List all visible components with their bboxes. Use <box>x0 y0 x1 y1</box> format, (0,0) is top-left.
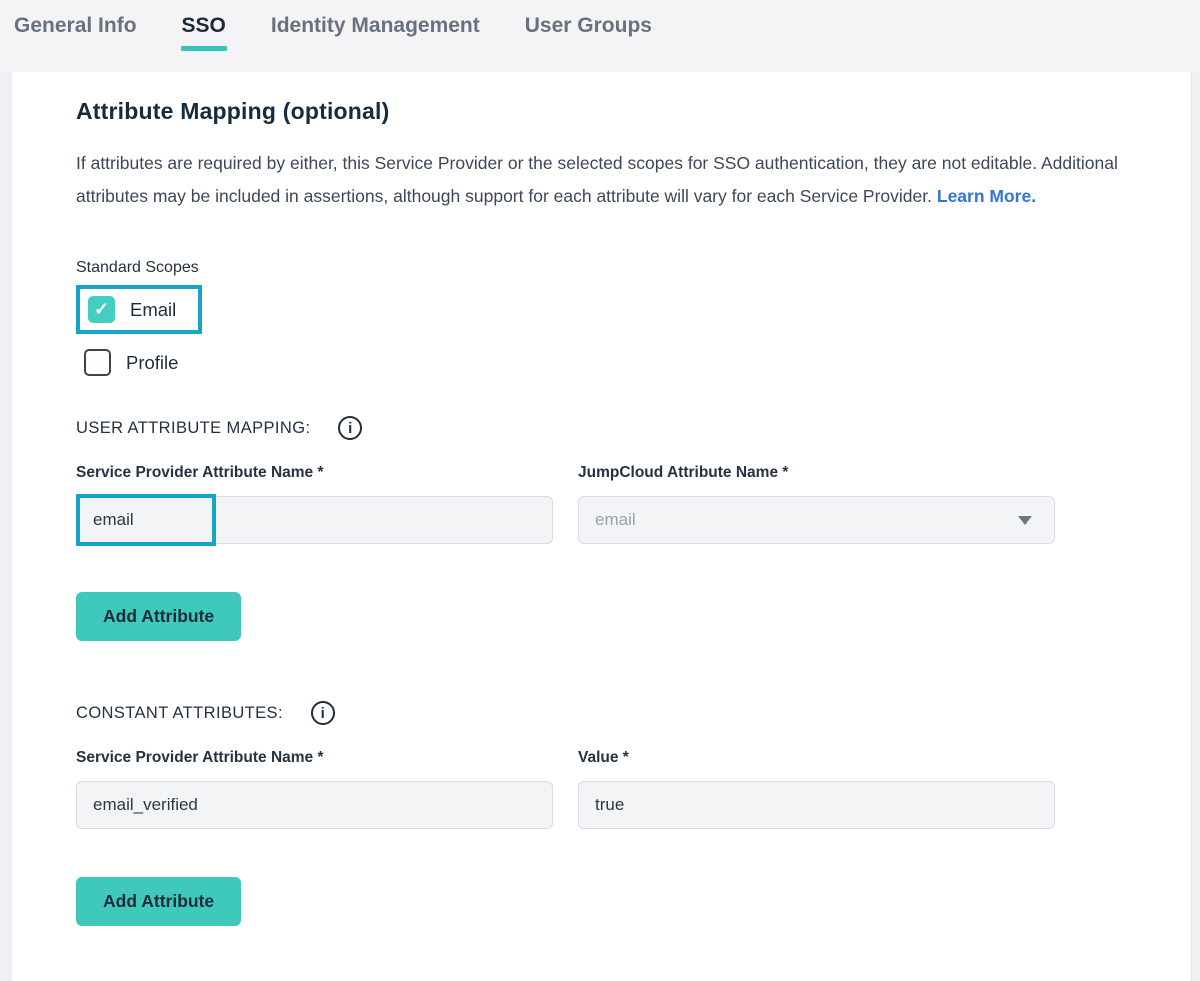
checkmark-icon: ✓ <box>94 299 109 320</box>
add-user-attribute-button[interactable]: Add Attribute <box>76 592 241 641</box>
email-checkbox[interactable]: ✓ <box>88 296 115 323</box>
profile-scope-label: Profile <box>126 352 178 374</box>
tab-bar: General Info SSO Identity Management Use… <box>0 0 1200 72</box>
user-attribute-mapping-grid: Service Provider Attribute Name * JumpCl… <box>76 464 1191 544</box>
tab-identity-management[interactable]: Identity Management <box>271 14 480 38</box>
jumpcloud-attribute-name-label: JumpCloud Attribute Name * <box>578 464 1055 482</box>
profile-checkbox[interactable] <box>84 349 111 376</box>
constant-value-input-wrap <box>578 781 1055 829</box>
chevron-down-icon <box>1018 516 1032 525</box>
info-icon[interactable]: i <box>311 701 335 725</box>
jumpcloud-attribute-selected-value: email <box>595 510 636 530</box>
profile-scope-option[interactable]: Profile <box>76 349 1191 376</box>
jumpcloud-attribute-select[interactable]: email <box>578 496 1055 544</box>
learn-more-link[interactable]: Learn More. <box>937 186 1036 206</box>
page-title: Attribute Mapping (optional) <box>76 98 1191 125</box>
tab-general-info[interactable]: General Info <box>14 14 137 38</box>
constant-attributes-heading-text: CONSTANT ATTRIBUTES: <box>76 704 283 723</box>
constant-sp-attribute-name-input[interactable] <box>76 781 553 829</box>
user-attribute-mapping-heading: USER ATTRIBUTE MAPPING: i <box>76 416 1191 440</box>
user-attribute-mapping-heading-text: USER ATTRIBUTE MAPPING: <box>76 419 310 438</box>
standard-scopes-label: Standard Scopes <box>76 259 1191 277</box>
email-scope-label: Email <box>130 299 176 321</box>
tab-user-groups[interactable]: User Groups <box>525 14 652 38</box>
sp-attribute-name-label: Service Provider Attribute Name * <box>76 464 553 482</box>
constant-attributes-grid: Service Provider Attribute Name * Value … <box>76 749 1191 829</box>
section-description: If attributes are required by either, th… <box>76 147 1124 213</box>
add-constant-attribute-button[interactable]: Add Attribute <box>76 877 241 926</box>
info-icon[interactable]: i <box>338 416 362 440</box>
sp-attribute-name-input[interactable] <box>76 496 553 544</box>
constant-value-input[interactable] <box>578 781 1055 829</box>
constant-attributes-heading: CONSTANT ATTRIBUTES: i <box>76 701 1191 725</box>
email-scope-option[interactable]: ✓ Email <box>76 285 202 334</box>
sso-settings-panel: Attribute Mapping (optional) If attribut… <box>12 72 1192 981</box>
constant-sp-attribute-input-wrap <box>76 781 553 829</box>
constant-sp-attribute-name-label: Service Provider Attribute Name * <box>76 749 553 767</box>
tab-sso[interactable]: SSO <box>182 14 226 38</box>
sp-attribute-input-wrap <box>76 496 553 544</box>
constant-value-label: Value * <box>578 749 1055 767</box>
